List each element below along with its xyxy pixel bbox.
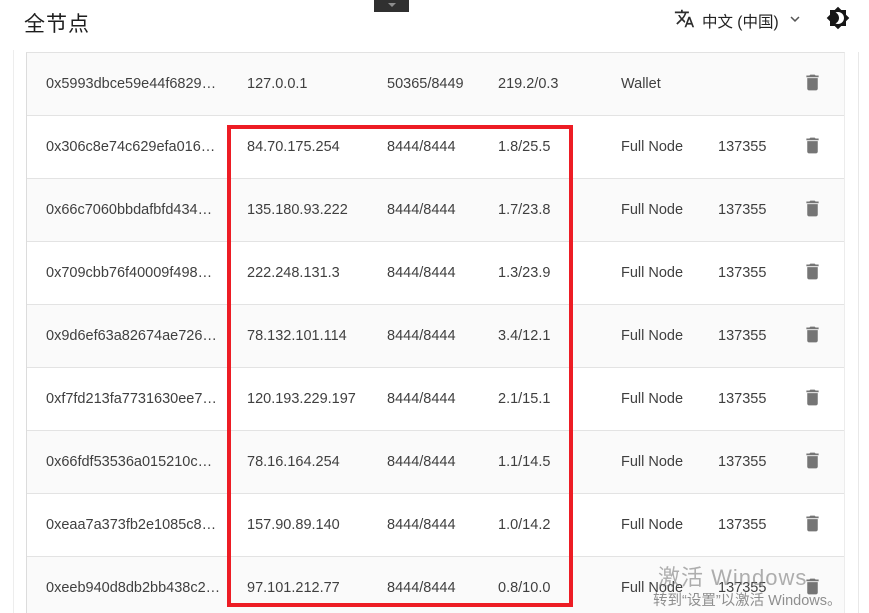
node-address: 0xf7fd213fa7731630ee7… <box>46 368 236 430</box>
trash-icon <box>802 72 823 97</box>
node-address: 0x306c8e74c629efa016… <box>46 116 236 178</box>
node-ports: 8444/8444 <box>387 557 487 613</box>
node-height: 137355 <box>718 431 788 493</box>
node-ports: 50365/8449 <box>387 53 487 115</box>
table-row: 0x5993dbce59e44f6829… 127.0.0.1 50365/84… <box>27 53 844 116</box>
node-ports: 8444/8444 <box>387 116 487 178</box>
node-type: Wallet <box>621 53 711 115</box>
node-address: 0x66fdf53536a015210c… <box>46 431 236 493</box>
node-traffic: 219.2/0.3 <box>498 53 588 115</box>
node-traffic: 1.7/23.8 <box>498 179 588 241</box>
node-address: 0x66c7060bbdafbfd434… <box>46 179 236 241</box>
trash-icon <box>802 198 823 223</box>
node-height <box>718 53 788 115</box>
node-type: Full Node <box>621 557 711 613</box>
language-selector[interactable]: 中文 (中国) <box>674 6 804 36</box>
node-ip: 78.132.101.114 <box>247 305 377 367</box>
delete-node-button[interactable] <box>796 494 828 556</box>
node-ports: 8444/8444 <box>387 305 487 367</box>
node-type: Full Node <box>621 494 711 556</box>
collapsed-toolbar-tab[interactable] <box>374 0 409 12</box>
node-type: Full Node <box>621 305 711 367</box>
node-ports: 8444/8444 <box>387 368 487 430</box>
node-ip: 222.248.131.3 <box>247 242 377 304</box>
node-ip: 127.0.0.1 <box>247 53 377 115</box>
trash-icon <box>802 135 823 160</box>
delete-node-button[interactable] <box>796 53 828 115</box>
table-row: 0xeaa7a373fb2e1085c8… 157.90.89.140 8444… <box>27 494 844 557</box>
translate-icon <box>674 8 695 34</box>
delete-node-button[interactable] <box>796 557 828 613</box>
trash-icon <box>802 387 823 412</box>
node-traffic: 1.3/23.9 <box>498 242 588 304</box>
delete-node-button[interactable] <box>796 242 828 304</box>
left-guide-line <box>13 50 14 613</box>
node-height: 137355 <box>718 116 788 178</box>
delete-node-button[interactable] <box>796 305 828 367</box>
node-ports: 8444/8444 <box>387 494 487 556</box>
caret-down-icon <box>388 3 396 7</box>
node-height: 137355 <box>718 179 788 241</box>
table-row: 0xf7fd213fa7731630ee7… 120.193.229.197 8… <box>27 368 844 431</box>
chevron-down-icon <box>786 10 804 33</box>
node-address: 0x5993dbce59e44f6829… <box>46 53 236 115</box>
table-row: 0x306c8e74c629efa016… 84.70.175.254 8444… <box>27 116 844 179</box>
top-header: 全节点 中文 (中国) <box>0 0 869 50</box>
delete-node-button[interactable] <box>796 116 828 178</box>
node-ip: 97.101.212.77 <box>247 557 377 613</box>
node-ports: 8444/8444 <box>387 179 487 241</box>
node-ip: 78.16.164.254 <box>247 431 377 493</box>
node-address: 0xeaa7a373fb2e1085c8… <box>46 494 236 556</box>
delete-node-button[interactable] <box>796 179 828 241</box>
node-height: 137355 <box>718 242 788 304</box>
node-ip: 135.180.93.222 <box>247 179 377 241</box>
delete-node-button[interactable] <box>796 368 828 430</box>
table-row: 0x66c7060bbdafbfd434… 135.180.93.222 844… <box>27 179 844 242</box>
node-traffic: 2.1/15.1 <box>498 368 588 430</box>
delete-node-button[interactable] <box>796 431 828 493</box>
node-height: 137355 <box>718 557 788 613</box>
node-traffic: 1.0/14.2 <box>498 494 588 556</box>
trash-icon <box>802 450 823 475</box>
node-ports: 8444/8444 <box>387 242 487 304</box>
node-traffic: 0.8/10.0 <box>498 557 588 613</box>
table-row: 0x66fdf53536a015210c… 78.16.164.254 8444… <box>27 431 844 494</box>
table-row: 0xeeb940d8db2bb438c2… 97.101.212.77 8444… <box>27 557 844 613</box>
scroll-track-line <box>858 52 859 613</box>
node-type: Full Node <box>621 431 711 493</box>
node-ports: 8444/8444 <box>387 431 487 493</box>
brightness-theme-icon <box>826 6 850 33</box>
node-height: 137355 <box>718 368 788 430</box>
node-height: 137355 <box>718 305 788 367</box>
node-address: 0x709cbb76f40009f498… <box>46 242 236 304</box>
node-ip: 120.193.229.197 <box>247 368 377 430</box>
node-traffic: 3.4/12.1 <box>498 305 588 367</box>
node-address: 0x9d6ef63a82674ae726… <box>46 305 236 367</box>
language-label: 中文 (中国) <box>702 10 779 32</box>
node-type: Full Node <box>621 242 711 304</box>
nodes-table: 0x5993dbce59e44f6829… 127.0.0.1 50365/84… <box>27 53 844 613</box>
table-row: 0x9d6ef63a82674ae726… 78.132.101.114 844… <box>27 305 844 368</box>
node-address: 0xeeb940d8db2bb438c2… <box>46 557 236 613</box>
trash-icon <box>802 261 823 286</box>
page-title: 全节点 <box>24 8 90 38</box>
node-type: Full Node <box>621 368 711 430</box>
trash-icon <box>802 576 823 601</box>
node-traffic: 1.8/25.5 <box>498 116 588 178</box>
trash-icon <box>802 513 823 538</box>
node-traffic: 1.1/14.5 <box>498 431 588 493</box>
trash-icon <box>802 324 823 349</box>
node-type: Full Node <box>621 179 711 241</box>
node-ip: 84.70.175.254 <box>247 116 377 178</box>
node-type: Full Node <box>621 116 711 178</box>
dark-mode-toggle[interactable] <box>823 4 853 34</box>
nodes-table-card: 0x5993dbce59e44f6829… 127.0.0.1 50365/84… <box>26 52 845 613</box>
node-height: 137355 <box>718 494 788 556</box>
table-row: 0x709cbb76f40009f498… 222.248.131.3 8444… <box>27 242 844 305</box>
node-ip: 157.90.89.140 <box>247 494 377 556</box>
